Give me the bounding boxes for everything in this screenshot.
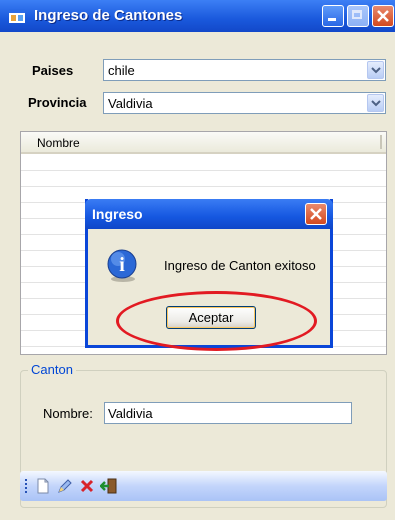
chevron-down-icon [371,100,381,107]
dialog-close-button[interactable] [305,203,327,225]
minimize-button[interactable] [322,5,344,27]
column-header-nombre[interactable]: Nombre [37,136,80,150]
title-bar: Ingreso de Cantones [0,0,395,32]
toolbar-grip[interactable] [25,479,27,493]
column-separator [380,135,382,149]
provincia-label: Provincia [28,95,87,110]
grid-row-line [21,186,386,187]
paises-dropdown-button[interactable] [367,61,384,79]
minimize-icon [328,18,336,21]
provincia-value: Valdivia [108,96,153,111]
paises-combo[interactable]: chile [103,59,386,81]
provincia-dropdown-button[interactable] [367,94,384,112]
close-icon [310,208,322,220]
window-title: Ingreso de Cantones [34,7,183,24]
dialog-message: Ingreso de Canton exitoso [164,258,316,273]
nombre-label: Nombre: [43,406,93,421]
edit-icon[interactable] [56,477,74,495]
chevron-down-icon [371,67,381,74]
paises-label: Paises [32,63,74,78]
aceptar-button[interactable]: Aceptar [166,306,256,329]
app-window-icon [9,9,25,23]
canton-group-title: Canton [28,362,76,377]
close-button[interactable] [372,5,394,27]
provincia-combo[interactable]: Valdivia [103,92,386,114]
paises-value: chile [108,63,135,78]
delete-icon[interactable] [78,477,96,495]
grid-header: Nombre [21,132,386,154]
new-icon[interactable] [34,477,52,495]
close-icon [377,10,389,22]
maximize-icon [352,10,362,19]
dialog-title-bar: Ingreso [85,199,333,229]
nombre-value: Valdivia [108,406,153,421]
svg-text:i: i [119,254,125,276]
grid-row-line [21,170,386,171]
maximize-button[interactable] [347,5,369,27]
main-window: Ingreso de Cantones Paises chile Provinc… [0,0,395,520]
dialog-title: Ingreso [92,206,143,222]
info-icon: i [107,249,137,282]
nombre-input[interactable]: Valdivia [104,402,352,424]
actions-toolbar [20,471,387,501]
exit-icon[interactable] [100,477,118,495]
